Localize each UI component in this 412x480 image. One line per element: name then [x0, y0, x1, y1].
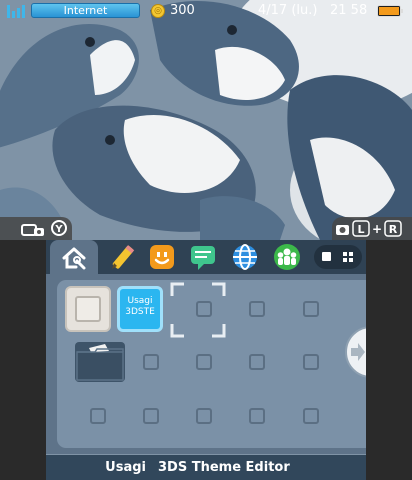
- svg-text:R: R: [389, 223, 398, 236]
- date-display: 4/17 (lu.): [258, 3, 318, 18]
- layout-toggle[interactable]: [314, 245, 362, 269]
- screen-border-left: [0, 240, 46, 480]
- smiley-icon[interactable]: [148, 243, 176, 271]
- camera-shortcut[interactable]: Y: [0, 217, 72, 240]
- screenshot-shortcut[interactable]: L + R: [332, 217, 412, 240]
- empty-slot[interactable]: [196, 354, 212, 370]
- time-display: 21 58: [330, 3, 368, 18]
- svg-text:Y: Y: [54, 224, 63, 235]
- camera-y-button-icon: Y: [21, 220, 67, 236]
- empty-card-slot[interactable]: [65, 286, 111, 332]
- signal-icon: [7, 5, 25, 18]
- status-bar: Internet ◎ 300 4/17 (lu.) 21 58: [0, 0, 412, 22]
- empty-slot[interactable]: [303, 408, 319, 424]
- screen-border-right: [366, 240, 412, 480]
- speech-bubble-icon[interactable]: [189, 243, 217, 271]
- app-title: 3DS Theme Editor: [158, 460, 290, 475]
- theme-editor-app-tile[interactable]: Usagi 3DSTE: [117, 286, 163, 332]
- empty-slot[interactable]: [90, 408, 106, 424]
- svg-text:+: +: [372, 222, 382, 236]
- app-info-bar: Usagi 3DS Theme Editor: [46, 454, 366, 480]
- empty-slot[interactable]: [196, 301, 212, 317]
- connection-status: Internet: [31, 3, 140, 18]
- scroll-right-button[interactable]: [345, 326, 366, 378]
- theme-editor-tile-label: Usagi 3DSTE: [125, 296, 155, 317]
- app-author: Usagi: [105, 460, 146, 475]
- folder-icon: [76, 344, 124, 381]
- people-icon[interactable]: [273, 243, 301, 271]
- wallpaper-image: [0, 0, 412, 240]
- empty-slot[interactable]: [303, 301, 319, 317]
- layout-toggle-icons: [322, 252, 353, 262]
- play-coin-count: 300: [170, 3, 195, 18]
- empty-slot[interactable]: [249, 408, 265, 424]
- empty-slot[interactable]: [196, 408, 212, 424]
- bottom-screen: Usagi 3DSTE Usagi 3DS Theme Editor: [46, 240, 366, 480]
- home-menu-grid: Usagi 3DSTE: [57, 280, 366, 448]
- folder-tile[interactable]: [75, 342, 125, 382]
- pencil-icon[interactable]: [108, 243, 136, 271]
- globe-icon[interactable]: [231, 243, 259, 271]
- settings-tab[interactable]: [50, 240, 98, 274]
- top-screen: Internet ◎ 300 4/17 (lu.) 21 58 Y L + R: [0, 0, 412, 240]
- battery-icon: [377, 5, 403, 17]
- empty-slot[interactable]: [303, 354, 319, 370]
- app-shortcut-bar: [46, 240, 366, 274]
- svg-text:L: L: [357, 223, 364, 236]
- empty-slot[interactable]: [143, 408, 159, 424]
- empty-slot[interactable]: [249, 354, 265, 370]
- camera-l-r-button-icon: L + R: [336, 220, 402, 237]
- empty-slot[interactable]: [143, 354, 159, 370]
- arrow-right-icon: [351, 343, 365, 361]
- coin-icon: ◎: [151, 4, 165, 18]
- empty-slot[interactable]: [249, 301, 265, 317]
- home-settings-icon: [62, 247, 86, 270]
